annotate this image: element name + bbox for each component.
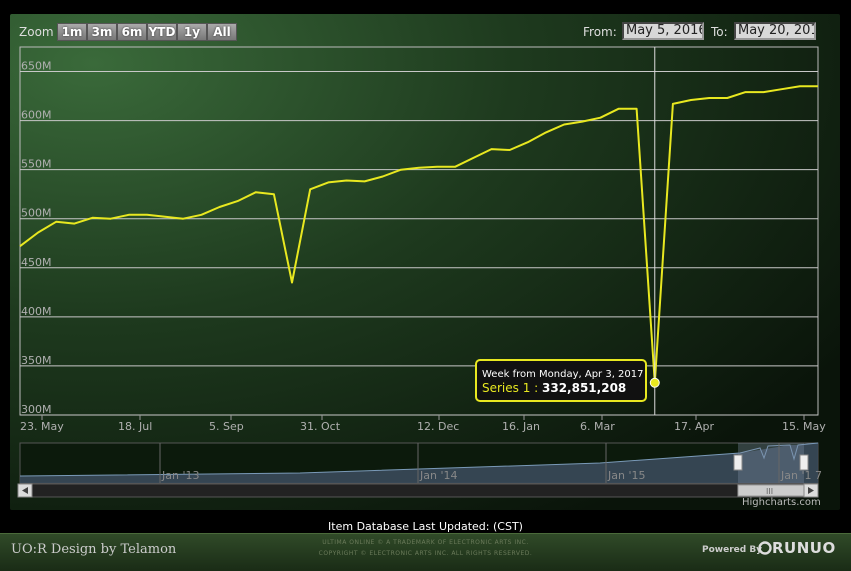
x-tick-label: 5. Sep [209,420,244,433]
scrollbar-track[interactable] [17,483,819,498]
powered-by-label: Powered By [702,545,763,555]
x-tick-label: 12. Dec [417,420,459,433]
tooltip-series-label: Series 1 : [482,381,538,395]
y-tick-label: 450M [21,256,52,269]
navigator-label: Jan '1 7 [780,469,822,482]
navigator-label: Jan '14 [419,469,457,482]
plot-border [19,46,819,416]
runuo-logo-icon [758,541,772,555]
runuo-logo-text: RUNUO [772,539,836,557]
runuo-logo[interactable]: RUNUO [758,539,836,557]
x-tick-label: 15. May [782,420,826,433]
navigator-handle [733,454,743,471]
y-tick-label: 300M [21,403,52,416]
y-tick-label: 600M [21,109,52,122]
x-tick-label: 23. May [20,420,64,433]
x-tick-label: 17. Apr [674,420,714,433]
x-tick-label: 31. Oct [300,420,341,433]
tooltip-value: 332,851,208 [542,381,626,395]
last-updated-text: Item Database Last Updated: (CST) [328,520,523,533]
credits-link[interactable]: Highcharts.com [742,497,821,508]
series-1-line [19,85,818,384]
site-footer: UO:R Design by Telamon ULTIMA ONLINE © A… [0,533,851,571]
navigator-label: Jan '13 [161,469,199,482]
y-tick-label: 550M [21,158,52,171]
x-tick-label: 18. Jul [118,420,152,433]
scrollbar-grip: III [766,487,773,496]
navigator-label: Jan '15 [607,469,645,482]
y-tick-label: 400M [21,305,52,318]
tooltip-header: Week from Monday, Apr 3, 2017 [482,369,644,380]
x-tick-label: 6. Mar [580,420,615,433]
navigator-handle [799,454,809,471]
price-chart: 300M 350M 400M 450M 500M 550M 600M 650M 23. May… [17,46,826,498]
hover-point [649,377,660,388]
x-tick-label: 16. Jan [502,420,540,433]
y-tick-label: 350M [21,354,52,367]
y-tick-label: 650M [21,60,52,73]
y-tick-label: 500M [21,207,52,220]
